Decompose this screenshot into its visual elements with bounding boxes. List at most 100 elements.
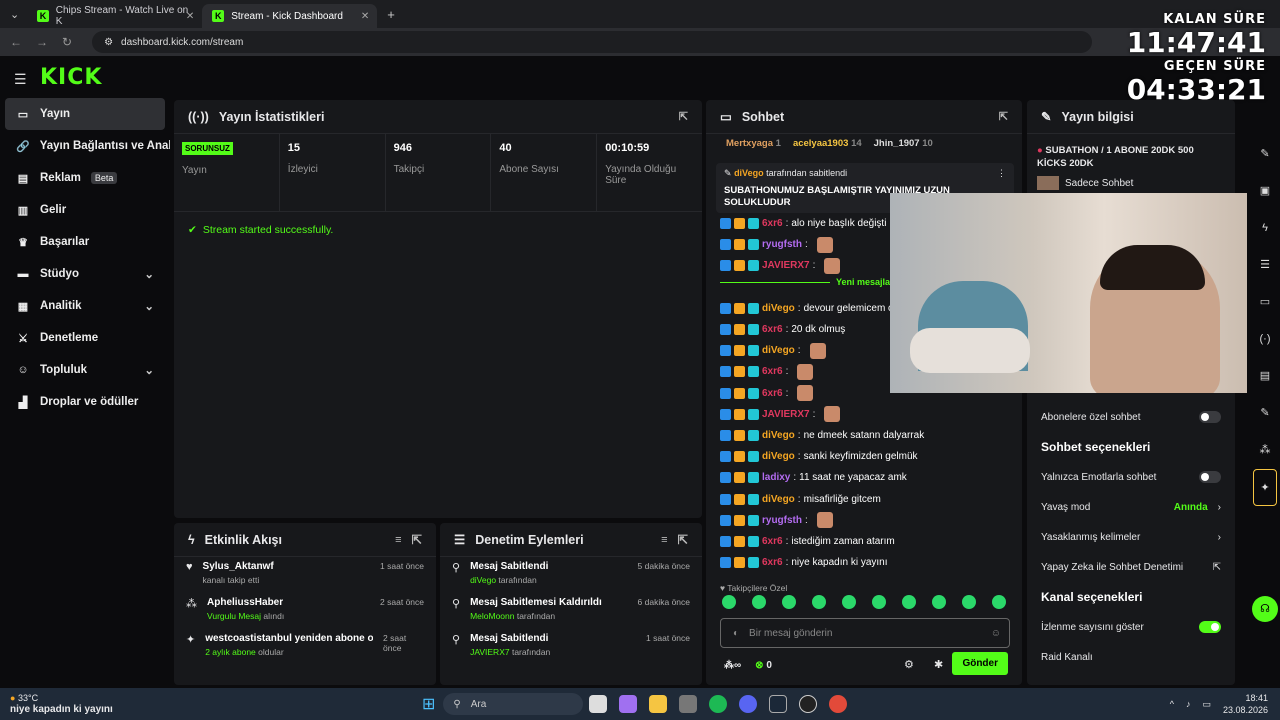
filter-icon[interactable]: ≡ bbox=[395, 534, 401, 546]
settings-icon[interactable]: ⚙ bbox=[904, 658, 914, 671]
top-chatter[interactable]: Jhin_1907 10 bbox=[874, 138, 933, 150]
toggle-subs-only[interactable]: Abonelere özel sohbet bbox=[1027, 402, 1235, 432]
back-icon[interactable]: ← bbox=[10, 35, 22, 49]
site-info-icon[interactable]: ⚙ bbox=[104, 37, 113, 48]
sidebar-item-moderation[interactable]: ⚔ Denetleme bbox=[0, 322, 170, 354]
slow-mode-option[interactable]: Yavaş mod Anında › bbox=[1027, 492, 1235, 522]
forward-icon[interactable]: → bbox=[36, 35, 48, 49]
sidebar-item-community[interactable]: ☺ Topluluk ⌄ bbox=[0, 354, 170, 386]
chat-message[interactable]: JAVIERX7: bbox=[706, 404, 1022, 425]
grid-icon[interactable]: ▤ bbox=[1260, 358, 1270, 395]
list-icon[interactable]: ☰ bbox=[1260, 247, 1270, 284]
wrench-icon[interactable]: ✎ bbox=[1260, 395, 1269, 432]
sidebar-item-revenue[interactable]: ▥ Gelir bbox=[0, 194, 170, 226]
chat-input[interactable]: ◐ Bir mesaj gönderin ☺ bbox=[720, 618, 1010, 648]
chat-username[interactable]: ryugfsth bbox=[762, 239, 802, 250]
chat-message[interactable]: ryugfsth: bbox=[706, 510, 1022, 531]
emoji-icon[interactable]: ☺ bbox=[991, 628, 1001, 639]
lightning-icon[interactable]: ϟ bbox=[1262, 210, 1268, 247]
spotify-icon[interactable] bbox=[709, 695, 728, 713]
community-icon[interactable]: ⁂ bbox=[1260, 432, 1271, 469]
sidebar-item-ads[interactable]: ▤ Reklam Beta bbox=[0, 162, 170, 194]
network-icon[interactable]: ▭ bbox=[1202, 699, 1211, 710]
hamburger-menu-icon[interactable]: ☰ bbox=[14, 71, 27, 88]
sidebar-item-drops[interactable]: ▟ Droplar ve ödüller bbox=[0, 386, 170, 418]
send-button[interactable]: Gönder bbox=[952, 652, 1008, 675]
sidebar-item-studio[interactable]: ▬ Stüdyo ⌄ bbox=[0, 258, 170, 290]
chat-username[interactable]: 6xr6 bbox=[762, 324, 783, 335]
taskview-icon[interactable] bbox=[589, 695, 608, 713]
store-icon[interactable] bbox=[679, 695, 698, 713]
browser-tab-dashboard[interactable]: K Stream - Kick Dashboard ✕ bbox=[202, 4, 378, 28]
emote-icon[interactable] bbox=[722, 595, 736, 609]
chrome-icon[interactable] bbox=[829, 695, 848, 713]
sidebar-item-achievements[interactable]: ♛ Başarılar bbox=[0, 226, 170, 258]
weather-widget[interactable]: ● 33°C niye kapadın ki yayını bbox=[10, 693, 200, 715]
more-icon[interactable]: ⋮ bbox=[997, 168, 1006, 179]
close-icon[interactable]: ✕ bbox=[186, 11, 194, 22]
mod-tools-icon[interactable]: ✦ bbox=[1253, 469, 1277, 506]
emote-icon[interactable] bbox=[782, 595, 796, 609]
chat-username[interactable]: diVego bbox=[762, 451, 795, 462]
banned-words-option[interactable]: Yasaklanmış kelimeler › bbox=[1027, 522, 1235, 552]
filter-icon[interactable]: ≡ bbox=[661, 534, 667, 546]
broadcast-icon[interactable]: (·) bbox=[1260, 321, 1271, 358]
taskbar-search[interactable]: ⚲ Ara bbox=[443, 693, 584, 715]
steam-icon[interactable] bbox=[769, 695, 788, 713]
url-field[interactable]: ⚙ dashboard.kick.com/stream bbox=[92, 31, 1093, 53]
sidebar-item-yayin[interactable]: ▭ Yayın bbox=[5, 98, 165, 130]
tab-menu-icon[interactable]: ⌄ bbox=[10, 8, 19, 21]
raid-option[interactable]: Raid Kanalı bbox=[1027, 642, 1235, 672]
ai-moderation-option[interactable]: Yapay Zeka ile Sohbet Denetimi ⇱ bbox=[1027, 552, 1235, 582]
tray-chevron-icon[interactable]: ^ bbox=[1170, 699, 1174, 709]
chat-username[interactable]: diVego bbox=[762, 494, 795, 505]
points-counter[interactable]: ⊗ 0 bbox=[755, 660, 772, 671]
new-tab-icon[interactable]: + bbox=[387, 7, 395, 22]
emote-icon[interactable] bbox=[812, 595, 826, 609]
reload-icon[interactable]: ↻ bbox=[62, 35, 72, 49]
toggle-switch[interactable] bbox=[1199, 411, 1221, 423]
emote-icon[interactable] bbox=[932, 595, 946, 609]
system-tray[interactable]: ^ ♪ ▭ 18:41 23.08.2026 bbox=[1170, 692, 1268, 716]
chat-username[interactable]: 6xr6 bbox=[762, 536, 783, 547]
explorer-icon[interactable] bbox=[649, 695, 668, 713]
sidebar-item-stream-key[interactable]: 🔗 Yayın Bağlantısı ve Anahtarı bbox=[0, 130, 170, 162]
kick-logo[interactable]: KICK bbox=[40, 65, 102, 90]
start-icon[interactable]: ⊞ bbox=[422, 694, 435, 714]
emote-icon[interactable] bbox=[992, 595, 1006, 609]
emote-icon[interactable] bbox=[752, 595, 766, 609]
chat-username[interactable]: 6xr6 bbox=[762, 388, 783, 399]
mod-tools-icon[interactable]: ✱ bbox=[934, 658, 943, 671]
toggle-switch[interactable] bbox=[1199, 471, 1221, 483]
chat-username[interactable]: ryugfsth bbox=[762, 515, 802, 526]
chat-username[interactable]: diVego bbox=[762, 430, 795, 441]
chat-username[interactable]: ladixy bbox=[762, 472, 790, 483]
toggle-switch[interactable] bbox=[1199, 621, 1221, 633]
chat-username[interactable]: 6xr6 bbox=[762, 218, 783, 229]
discord-icon[interactable] bbox=[739, 695, 758, 713]
popout-icon[interactable]: ⇱ bbox=[679, 110, 688, 123]
emote-icon[interactable] bbox=[902, 595, 916, 609]
obs-icon[interactable] bbox=[799, 695, 818, 713]
toggle-emote-only[interactable]: Yalnızca Emotlarla sohbet bbox=[1027, 462, 1235, 492]
sidebar-item-analytics[interactable]: ▦ Analitik ⌄ bbox=[0, 290, 170, 322]
popout-icon[interactable]: ⇱ bbox=[999, 110, 1008, 123]
edit-icon[interactable]: ✎ bbox=[1260, 136, 1269, 173]
chat-message[interactable]: diVego: ne dmeek satann dalyarrak bbox=[706, 425, 1022, 446]
popout-icon[interactable]: ⇱ bbox=[412, 532, 422, 547]
chat-username[interactable]: JAVIERX7 bbox=[762, 260, 810, 271]
browser-tab-chips[interactable]: K Chips Stream - Watch Live on K ✕ bbox=[27, 4, 202, 28]
chat-message[interactable]: ladixy:11 saat ne yapacaz amk bbox=[706, 467, 1022, 488]
close-icon[interactable]: ✕ bbox=[361, 11, 369, 22]
copilot-icon[interactable] bbox=[619, 695, 638, 713]
layout-icon[interactable]: ▣ bbox=[1260, 173, 1270, 210]
chat-message[interactable]: diVego: misafirliğe gitcem bbox=[706, 488, 1022, 509]
chat-username[interactable]: 6xr6 bbox=[762, 366, 783, 377]
toggle-show-viewers[interactable]: İzlenme sayısını göster bbox=[1027, 612, 1235, 642]
chat-username[interactable]: JAVIERX7 bbox=[762, 409, 810, 420]
chat-username[interactable]: 6xr6 bbox=[762, 557, 783, 568]
emote-icon[interactable] bbox=[962, 595, 976, 609]
emote-icon[interactable] bbox=[842, 595, 856, 609]
mic-icon[interactable]: ♪ bbox=[1186, 699, 1191, 709]
chat-username[interactable]: diVego bbox=[762, 303, 795, 314]
